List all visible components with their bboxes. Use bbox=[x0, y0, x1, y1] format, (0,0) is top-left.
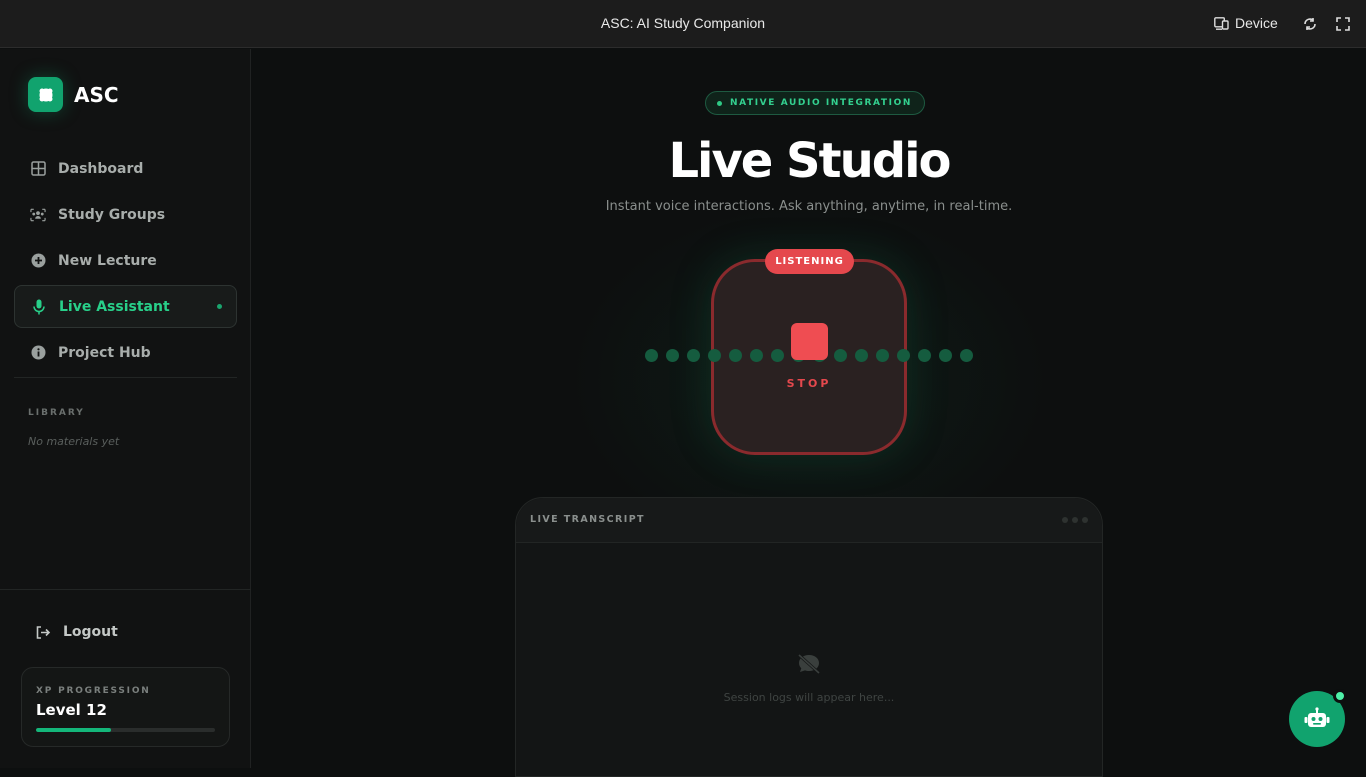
users-icon bbox=[30, 207, 46, 223]
wave-dot bbox=[666, 349, 679, 362]
wave-dot bbox=[876, 349, 889, 362]
sidebar-item-live-assistant[interactable]: Live Assistant bbox=[14, 285, 237, 328]
library-heading: LIBRARY bbox=[28, 408, 85, 418]
wave-dot bbox=[750, 349, 763, 362]
page-subtitle: Instant voice interactions. Ask anything… bbox=[605, 199, 1013, 214]
fullscreen-icon[interactable] bbox=[1334, 15, 1352, 33]
brand-name: ASC bbox=[74, 82, 119, 107]
chat-off-icon bbox=[797, 653, 821, 675]
sidebar-item-label: Dashboard bbox=[58, 160, 144, 177]
sidebar-item-project-hub[interactable]: Project Hub bbox=[14, 331, 237, 374]
sidebar-item-label: New Lecture bbox=[58, 252, 157, 269]
refresh-icon[interactable] bbox=[1301, 15, 1319, 33]
transcript-title: LIVE TRANSCRIPT bbox=[530, 514, 645, 525]
sidebar-item-new-lecture[interactable]: New Lecture bbox=[14, 239, 237, 282]
sidebar-nav: Dashboard Study Groups New Lecture Live … bbox=[14, 147, 237, 377]
logout-label: Logout bbox=[63, 624, 118, 640]
wave-dot bbox=[834, 349, 847, 362]
grid-icon bbox=[30, 161, 46, 177]
brand-logo[interactable]: ASC bbox=[28, 77, 119, 112]
robot-icon bbox=[1304, 707, 1330, 727]
online-status-dot bbox=[1333, 689, 1347, 703]
stop-icon[interactable] bbox=[791, 323, 828, 360]
transcript-empty-text: Session logs will appear here... bbox=[723, 691, 895, 704]
listening-status-badge: LISTENING bbox=[765, 249, 854, 274]
xp-label: XP PROGRESSION bbox=[36, 686, 151, 696]
wave-dot bbox=[855, 349, 868, 362]
library-empty-text: No materials yet bbox=[28, 435, 120, 448]
stop-label: STOP bbox=[786, 377, 832, 390]
more-options-icon[interactable] bbox=[1062, 517, 1088, 523]
transcript-panel: LIVE TRANSCRIPT Session logs will appear… bbox=[515, 497, 1103, 777]
xp-level: Level 12 bbox=[36, 701, 107, 719]
xp-progress-fill bbox=[36, 728, 112, 732]
wave-dot bbox=[729, 349, 742, 362]
wave-dot bbox=[645, 349, 658, 362]
sidebar: ASC Dashboard Study Groups New Lecture L… bbox=[0, 49, 251, 768]
wave-dot bbox=[687, 349, 700, 362]
wave-dot bbox=[918, 349, 931, 362]
sidebar-bottom-divider bbox=[0, 589, 251, 590]
title-bar: ASC: AI Study Companion Device bbox=[0, 0, 1366, 48]
page-title: Live Studio bbox=[668, 133, 951, 189]
brain-logo-icon bbox=[28, 77, 63, 112]
device-button[interactable]: Device bbox=[1214, 15, 1278, 31]
active-indicator bbox=[217, 304, 222, 309]
info-circle-icon bbox=[30, 345, 46, 361]
transcript-header: LIVE TRANSCRIPT bbox=[516, 498, 1102, 543]
device-label: Device bbox=[1235, 15, 1278, 31]
window-title: ASC: AI Study Companion bbox=[600, 15, 766, 31]
xp-progress-bar bbox=[36, 728, 215, 732]
logout-icon bbox=[36, 625, 51, 639]
device-icon bbox=[1214, 16, 1229, 30]
sidebar-divider bbox=[14, 377, 237, 378]
wave-dot bbox=[897, 349, 910, 362]
wave-dot bbox=[771, 349, 784, 362]
microphone-icon bbox=[31, 299, 47, 315]
wave-dot bbox=[960, 349, 973, 362]
main-content: NATIVE AUDIO INTEGRATION Live Studio Ins… bbox=[252, 49, 1366, 777]
sidebar-item-label: Live Assistant bbox=[59, 298, 170, 315]
logout-button[interactable]: Logout bbox=[36, 624, 118, 640]
sidebar-item-dashboard[interactable]: Dashboard bbox=[14, 147, 237, 190]
sidebar-item-label: Project Hub bbox=[58, 344, 151, 361]
xp-progression-card: XP PROGRESSION Level 12 bbox=[21, 667, 230, 747]
sidebar-item-study-groups[interactable]: Study Groups bbox=[14, 193, 237, 236]
sidebar-item-label: Study Groups bbox=[58, 206, 166, 223]
feature-badge: NATIVE AUDIO INTEGRATION bbox=[705, 91, 925, 115]
wave-dot bbox=[939, 349, 952, 362]
wave-dot bbox=[708, 349, 721, 362]
plus-circle-icon bbox=[30, 253, 46, 269]
